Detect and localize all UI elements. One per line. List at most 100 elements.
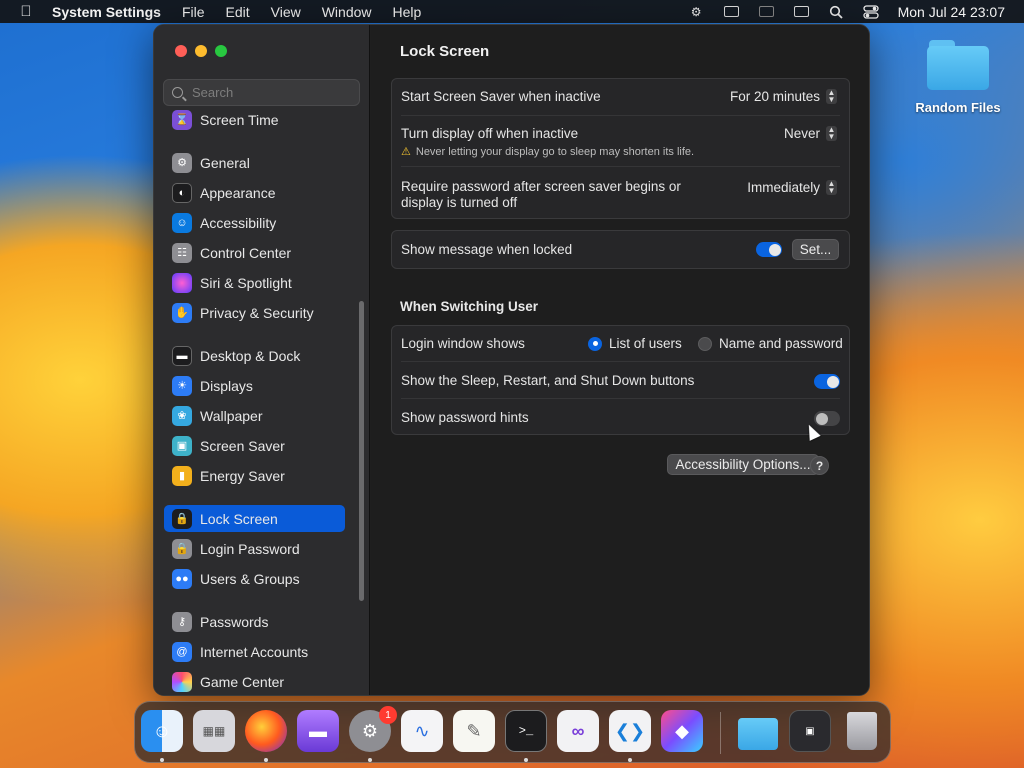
spotlight-search-icon[interactable]: [828, 5, 845, 19]
sidebar-item-label: Screen Saver: [200, 437, 285, 454]
notification-badge: 1: [379, 706, 397, 724]
search-icon: [172, 87, 183, 98]
help-button[interactable]: ?: [810, 456, 829, 475]
firefox-icon[interactable]: [245, 710, 287, 752]
appearance-icon: ◐: [172, 182, 192, 203]
sidebar-item-game-center[interactable]: Game Center: [164, 668, 345, 695]
sidebar-item-label: Screen Time: [200, 111, 279, 128]
minimize-window-button[interactable]: [195, 45, 207, 57]
sidebar-item-privacy-security[interactable]: ✋ Privacy & Security: [164, 299, 345, 326]
sidebar-item-login-password[interactable]: 🔒 Login Password: [164, 535, 345, 562]
sidebar-item-passwords[interactable]: ⚷ Passwords: [164, 608, 345, 635]
sidebar-status-icon[interactable]: [758, 5, 775, 19]
menu-help[interactable]: Help: [393, 4, 422, 20]
sidebar-item-wallpaper[interactable]: ❀ Wallpaper: [164, 402, 345, 429]
sidebar-item-label: Displays: [200, 377, 253, 394]
sidebar-item-displays[interactable]: ☀ Displays: [164, 372, 345, 399]
menu-app-name[interactable]: System Settings: [52, 4, 161, 20]
password-hints-toggle[interactable]: [814, 411, 840, 426]
screen-saver-icon: ▣: [172, 435, 192, 456]
input-menu-icon[interactable]: [723, 5, 740, 19]
launchpad-icon[interactable]: ▦▦: [193, 710, 235, 752]
screen-saver-value: For 20 minutes: [729, 89, 820, 104]
screen-sharing-icon[interactable]: ▣: [789, 710, 831, 752]
zoom-window-button[interactable]: [215, 45, 227, 57]
gear-status-icon[interactable]: ⚙: [688, 5, 705, 19]
finder-icon[interactable]: ☺: [141, 710, 183, 752]
trash-icon[interactable]: [841, 710, 883, 752]
windows-status-icon[interactable]: [793, 5, 810, 19]
main-content: Lock Screen Start Screen Saver when inac…: [371, 25, 869, 695]
radio-list-of-users[interactable]: List of users: [588, 336, 682, 351]
vscode-icon[interactable]: ❮❯: [609, 710, 651, 752]
sun-icon: ☀: [172, 375, 192, 396]
show-message-label: Show message when locked: [401, 242, 573, 257]
sidebar-item-control-center[interactable]: ☷ Control Center: [164, 239, 345, 266]
apple-menu-icon[interactable]: : [16, 3, 36, 20]
sidebar-item-energy-saver[interactable]: ▮ Energy Saver: [164, 462, 345, 489]
game-center-icon: [172, 671, 192, 692]
sidebar-item-screen-time[interactable]: ⌛ Screen Time: [164, 106, 345, 133]
close-window-button[interactable]: [175, 45, 187, 57]
radio-name-and-password[interactable]: Name and password: [698, 336, 843, 351]
sidebar-item-label: Game Center: [200, 673, 285, 690]
accessibility-options-button[interactable]: Accessibility Options...: [667, 454, 819, 475]
display-off-label: Turn display off when inactive: [401, 126, 579, 141]
sidebar-item-general[interactable]: ⚙ General: [164, 149, 345, 176]
require-password-popup[interactable]: Immediately ▲ ▼: [747, 180, 837, 195]
textedit-icon[interactable]: ✎: [453, 710, 495, 752]
sidebar-item-label: Siri & Spotlight: [200, 274, 292, 291]
search-input[interactable]: [192, 85, 352, 100]
podcasts-icon[interactable]: ▬: [297, 710, 339, 752]
sidebar-item-label: General: [200, 154, 250, 171]
lock-message-group: Show message when locked Set...: [391, 230, 850, 269]
sidebar-item-label: Privacy & Security: [200, 304, 314, 321]
sidebar-item-siri-spotlight[interactable]: Siri & Spotlight: [164, 269, 345, 296]
sidebar-item-label: Energy Saver: [200, 467, 285, 484]
sidebar-scrollbar[interactable]: [359, 301, 364, 601]
sidebar-item-label: Desktop & Dock: [200, 347, 301, 364]
sidebar-item-lock-screen[interactable]: 🔒 Lock Screen: [164, 505, 345, 532]
sidebar-item-appearance[interactable]: ◐ Appearance: [164, 179, 345, 206]
display-off-warning-text: Never letting your display go to sleep m…: [415, 145, 695, 158]
sidebar-item-label: Wallpaper: [200, 407, 263, 424]
dock: ☺ ▦▦ ▬ ⚙ 1 ∿ ✎ >_ ∞ ❮❯ ◆ ▣: [134, 701, 891, 763]
screen-saver-popup[interactable]: For 20 minutes ▲ ▼: [730, 89, 837, 104]
menu-edit[interactable]: Edit: [226, 4, 250, 20]
shortcuts-icon[interactable]: ◆: [661, 710, 703, 752]
downloads-folder-icon[interactable]: [737, 710, 779, 752]
display-off-popup[interactable]: Never ▲ ▼: [784, 126, 837, 141]
gear-icon: ⚙: [172, 152, 192, 173]
system-settings-icon[interactable]: ⚙ 1: [349, 706, 397, 752]
control-center-icon[interactable]: [863, 4, 880, 19]
screen-saver-settings-group: Start Screen Saver when inactive For 20 …: [391, 78, 850, 219]
sidebar-item-label: Users & Groups: [200, 570, 300, 587]
terminal-icon[interactable]: >_: [505, 710, 547, 752]
menu-file[interactable]: File: [182, 4, 205, 20]
set-message-button[interactable]: Set...: [792, 239, 839, 260]
menu-clock[interactable]: Mon Jul 24 23:07: [898, 4, 1005, 20]
sidebar-item-screen-saver[interactable]: ▣ Screen Saver: [164, 432, 345, 459]
sidebar-search[interactable]: [163, 79, 360, 106]
sidebar-item-accessibility[interactable]: ☺ Accessibility: [164, 209, 345, 236]
sleep-buttons-toggle[interactable]: [814, 374, 840, 389]
sidebar-item-internet-accounts[interactable]: @ Internet Accounts: [164, 638, 345, 665]
warning-icon: ⚠: [401, 146, 411, 158]
password-hints-label: Show password hints: [401, 410, 529, 425]
battery-icon: ▮: [172, 465, 192, 486]
menu-view[interactable]: View: [271, 4, 301, 20]
show-message-toggle[interactable]: [756, 242, 782, 257]
window-controls: [175, 45, 235, 57]
hand-icon: ✋: [172, 302, 192, 323]
freeform-icon[interactable]: ∿: [401, 710, 443, 752]
display-off-warning: ⚠ Never letting your display go to sleep…: [401, 145, 695, 159]
page-title: Lock Screen: [400, 43, 490, 60]
lock-icon: 🔒: [172, 508, 192, 529]
visual-studio-icon[interactable]: ∞: [557, 710, 599, 752]
sidebar-item-desktop-dock[interactable]: ▬ Desktop & Dock: [164, 342, 345, 369]
desktop-folder-random-files[interactable]: Random Files: [912, 38, 1004, 115]
menu-window[interactable]: Window: [322, 4, 372, 20]
siri-icon: [172, 272, 192, 293]
sidebar-item-users-groups[interactable]: ●● Users & Groups: [164, 565, 345, 592]
hourglass-icon: ⌛: [172, 109, 192, 130]
